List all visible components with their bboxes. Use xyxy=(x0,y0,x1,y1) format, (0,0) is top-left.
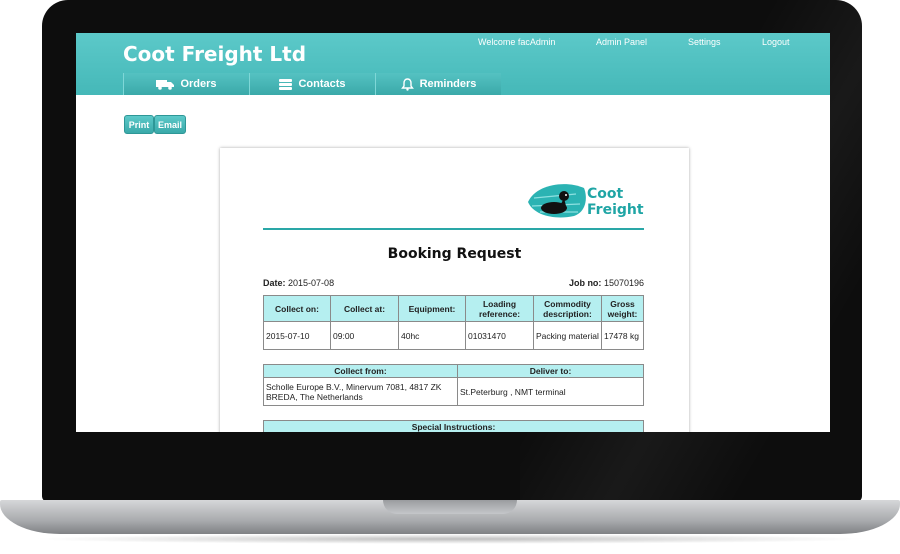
address-table: Collect from: Deliver to: Scholle Europe… xyxy=(263,364,644,406)
divider xyxy=(263,228,644,230)
tab-reminders[interactable]: Reminders xyxy=(375,73,501,95)
booking-document: Coot Freight Booking Request Date: 2015-… xyxy=(220,148,689,432)
truck-icon xyxy=(156,79,175,90)
tab-orders-label: Orders xyxy=(180,78,217,90)
tab-reminders-label: Reminders xyxy=(419,78,477,90)
table-header: Collect on: xyxy=(263,295,331,322)
tab-contacts[interactable]: Contacts xyxy=(249,73,375,95)
logout-link[interactable]: Logout xyxy=(762,37,790,47)
table-cell: 17478 kg xyxy=(601,321,644,350)
settings-link[interactable]: Settings xyxy=(688,37,721,47)
table-header: Collect from: xyxy=(263,364,458,378)
table-cell: 40hc xyxy=(398,321,466,350)
table-cell: Scholle Europe B.V., Minervum 7081, 4817… xyxy=(263,377,458,406)
table-row: Scholle Europe B.V., Minervum 7081, 4817… xyxy=(263,377,644,406)
tab-orders[interactable]: Orders xyxy=(123,73,249,95)
laptop-screen: Coot Freight Ltd Welcome facAdmin Admin … xyxy=(76,33,830,432)
date-label: Date: xyxy=(263,278,286,288)
table-header: Deliver to: xyxy=(457,364,644,378)
welcome-text: Welcome facAdmin xyxy=(478,37,556,47)
table-cell: 01031470 xyxy=(465,321,534,350)
table-cell: St.Peterburg , NMT terminal xyxy=(457,377,644,406)
print-button[interactable]: Print xyxy=(124,115,154,134)
laptop-shadow xyxy=(30,534,870,544)
document-title: Booking Request xyxy=(387,246,522,262)
app-header: Coot Freight Ltd Welcome facAdmin Admin … xyxy=(76,33,830,95)
table-cell: Packing material xyxy=(533,321,602,350)
date-value: 2015-07-08 xyxy=(288,278,335,288)
table-cell: 2015-07-10 xyxy=(263,321,331,350)
logo-line2: Freight xyxy=(587,202,644,218)
table-cell: 09:00 xyxy=(330,321,399,350)
email-button[interactable]: Email xyxy=(154,115,186,134)
table-header: Collect at: xyxy=(330,295,399,322)
job-value: 15070196 xyxy=(603,278,644,288)
table-header: Gross weight: xyxy=(601,295,644,322)
table-row: 2015-07-10 09:00 40hc 01031470 Packing m… xyxy=(263,321,644,350)
table-header: Special Instructions: xyxy=(263,420,644,432)
laptop-notch xyxy=(383,500,517,514)
bell-icon xyxy=(400,77,414,91)
job-field: Job no: 15070196 xyxy=(569,278,644,288)
logo-line1: Coot xyxy=(587,186,624,202)
collection-table: Collect on: Collect at: Equipment: Loadi… xyxy=(263,295,644,350)
admin-panel-link[interactable]: Admin Panel xyxy=(596,37,647,47)
contacts-icon xyxy=(279,78,293,90)
table-header: Equipment: xyxy=(398,295,466,322)
main-nav: Orders Contacts Reminders xyxy=(123,73,501,95)
logo-wordmark: Coot Freight xyxy=(587,186,644,218)
instructions-table: Special Instructions: xyxy=(263,420,644,432)
tab-contacts-label: Contacts xyxy=(298,78,346,90)
date-field: Date: 2015-07-08 xyxy=(263,278,334,288)
app-title: Coot Freight Ltd xyxy=(123,42,307,66)
table-header: Loading reference: xyxy=(465,295,534,322)
job-label: Job no: xyxy=(568,278,602,288)
table-header: Commodity description: xyxy=(533,295,602,322)
